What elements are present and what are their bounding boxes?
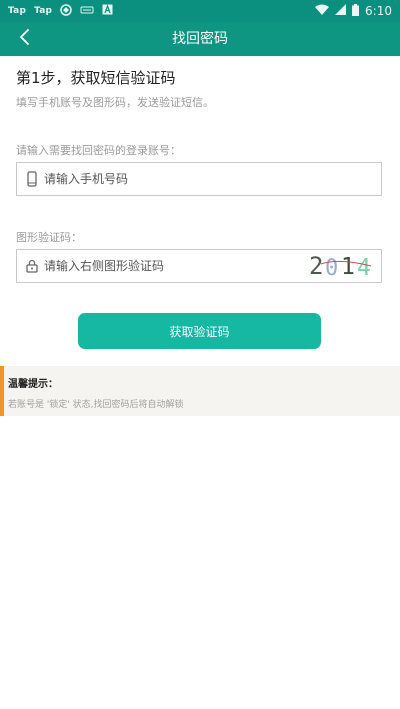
phone-field[interactable] [16, 162, 382, 196]
signal-icon [335, 4, 347, 18]
phone-icon [22, 171, 42, 187]
captcha-image[interactable]: 2 0 1 4 [305, 250, 377, 282]
notification-icons: Tap Tap [0, 3, 113, 19]
tap-notification-2: Tap [34, 6, 53, 16]
system-status: 6:10 [315, 3, 400, 19]
captcha-digit: 4 [357, 255, 371, 281]
captcha-field[interactable]: 2 0 1 4 [16, 249, 382, 283]
clock: 6:10 [365, 4, 392, 18]
step-title: 第1步，获取短信验证码 [16, 69, 176, 87]
page-title: 找回密码 [172, 31, 228, 47]
status-bar: Tap Tap 6:10 [0, 0, 400, 22]
account-label: 请输入需要找回密码的登录账号： [16, 144, 181, 157]
tips-title: 温馨提示： [8, 379, 58, 390]
captcha-digit: 0 [325, 256, 338, 281]
battery-icon [352, 3, 360, 19]
tips-text: 若账号是 '锁定' 状态,找回密码后将自动解锁 [8, 400, 184, 410]
app-bar: 找回密码 [0, 22, 400, 56]
captcha-digit: 1 [341, 254, 355, 280]
back-button[interactable] [6, 22, 42, 56]
wifi-icon [315, 4, 330, 18]
chevron-left-icon [18, 28, 30, 50]
tips-accent-bar [0, 366, 4, 416]
get-code-button[interactable]: 获取验证码 [78, 313, 321, 349]
tap-notification-1: Tap [8, 6, 27, 16]
keyboard-icon [80, 5, 94, 18]
lock-icon [22, 259, 42, 273]
phone-input[interactable] [42, 164, 381, 194]
sync-icon [60, 3, 72, 19]
captcha-label: 图形验证码： [16, 231, 82, 244]
app-a-icon [102, 4, 113, 18]
step-description: 填写手机账号及图形码，发送验证短信。 [16, 96, 214, 109]
captcha-digit: 2 [309, 252, 323, 280]
tips-panel: 温馨提示： 若账号是 '锁定' 状态,找回密码后将自动解锁 [0, 366, 400, 416]
